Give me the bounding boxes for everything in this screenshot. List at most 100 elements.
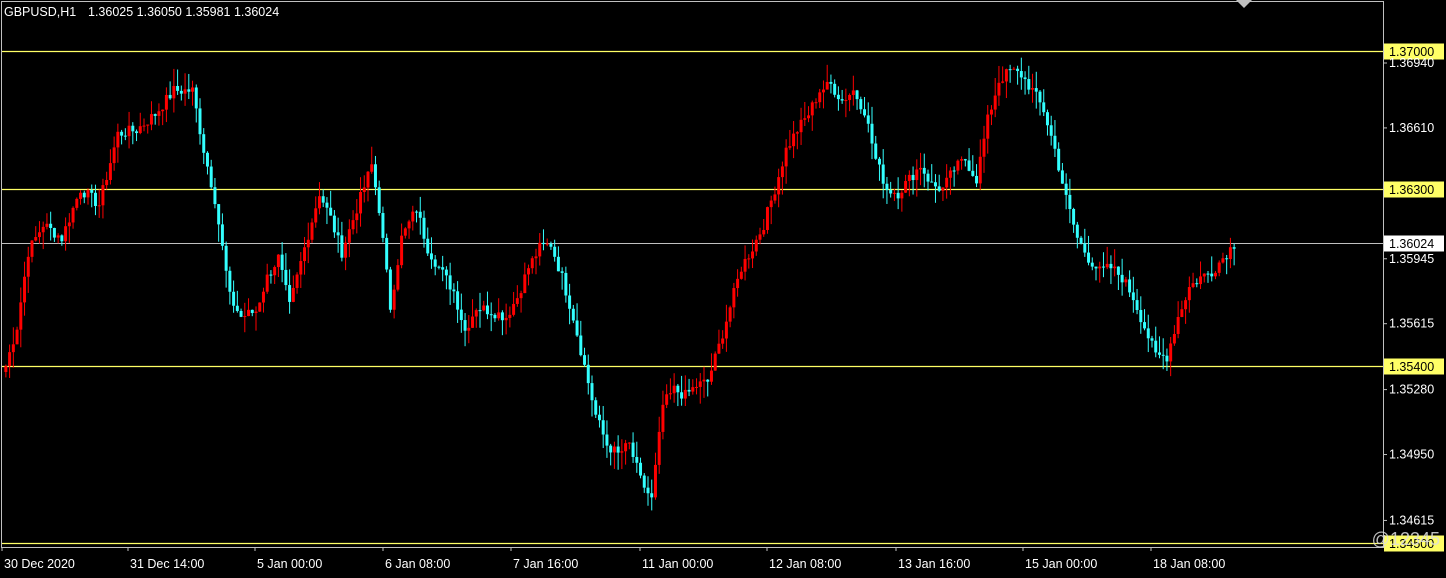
chart-canvas[interactable]: 1.370001.363001.354001.345001.36024 1.36… bbox=[0, 0, 1446, 578]
price-tick-label: 1.36610 bbox=[1389, 121, 1434, 135]
bull-candle bbox=[627, 442, 631, 444]
bear-candle bbox=[1087, 252, 1091, 263]
bull-candle bbox=[471, 316, 475, 328]
bull-candle bbox=[754, 239, 758, 252]
bull-candle bbox=[45, 223, 49, 227]
bear-candle bbox=[1083, 243, 1087, 253]
bear-candle bbox=[967, 160, 971, 171]
bull-candle bbox=[762, 229, 766, 235]
bull-candle bbox=[915, 169, 919, 181]
bull-candle bbox=[948, 170, 952, 178]
bear-candle bbox=[1206, 273, 1210, 275]
bear-candle bbox=[1232, 247, 1236, 249]
bear-candle bbox=[448, 275, 452, 290]
bull-candle bbox=[1191, 283, 1195, 288]
bear-candle bbox=[1023, 77, 1027, 80]
bear-candle bbox=[1094, 266, 1098, 269]
bear-candle bbox=[609, 445, 613, 453]
bear-candle bbox=[635, 456, 639, 463]
bull-candle bbox=[821, 89, 825, 93]
bull-candle bbox=[112, 147, 116, 164]
bear-candle bbox=[866, 115, 870, 124]
bull-candle bbox=[56, 235, 60, 238]
bear-candle bbox=[187, 89, 191, 92]
time-tick-label: 6 Jan 08:00 bbox=[385, 557, 450, 571]
bull-candle bbox=[736, 278, 740, 289]
bull-candle bbox=[474, 310, 478, 317]
bull-candle bbox=[702, 379, 706, 382]
bear-candle bbox=[594, 400, 598, 415]
bull-candle bbox=[164, 94, 168, 110]
bear-candle bbox=[597, 414, 601, 421]
bull-candle bbox=[777, 177, 781, 195]
bull-candle bbox=[370, 164, 374, 172]
bear-candle bbox=[1053, 135, 1057, 149]
bull-candle bbox=[717, 343, 721, 354]
bear-candle bbox=[388, 269, 392, 310]
bull-candle bbox=[818, 92, 822, 103]
bear-candle bbox=[209, 166, 213, 188]
bear-candle bbox=[1143, 322, 1147, 329]
bull-candle bbox=[355, 213, 359, 221]
bear-candle bbox=[1090, 262, 1094, 267]
bear-candle bbox=[456, 291, 460, 310]
bear-candle bbox=[1072, 208, 1076, 225]
bull-candle bbox=[41, 226, 45, 233]
bull-candle bbox=[732, 288, 736, 308]
bull-candle bbox=[792, 133, 796, 147]
bull-candle bbox=[101, 185, 105, 206]
bull-candle bbox=[1217, 262, 1221, 273]
bull-candle bbox=[691, 387, 695, 392]
bull-candle bbox=[1169, 343, 1173, 362]
price-chart[interactable]: 1.37000 1.36300 1.35400 1.34500 1.36024 1.36… bbox=[0, 0, 1446, 578]
bear-candle bbox=[329, 207, 333, 216]
time-tick-label: 30 Dec 2020 bbox=[4, 557, 75, 571]
bull-candle bbox=[351, 220, 355, 230]
bear-candle bbox=[586, 364, 590, 384]
bull-candle bbox=[396, 265, 400, 290]
bear-candle bbox=[1042, 102, 1046, 113]
bull-candle bbox=[247, 309, 251, 317]
bull-candle bbox=[1031, 88, 1035, 90]
bear-candle bbox=[590, 383, 594, 401]
bear-candle bbox=[1225, 258, 1229, 260]
bear-candle bbox=[1157, 352, 1161, 355]
bull-candle bbox=[997, 82, 1001, 96]
bull-candle bbox=[97, 205, 101, 207]
bear-candle bbox=[646, 487, 650, 494]
bull-candle bbox=[295, 274, 299, 288]
bull-candle bbox=[276, 254, 280, 268]
bull-candle bbox=[299, 261, 303, 275]
price-tick-label: 1.34615 bbox=[1389, 513, 1434, 527]
bear-candle bbox=[870, 123, 874, 144]
bull-candle bbox=[314, 208, 318, 223]
bull-candle bbox=[504, 317, 508, 321]
time-tick-label: 31 Dec 14:00 bbox=[130, 557, 204, 571]
bear-candle bbox=[933, 182, 937, 187]
bull-candle bbox=[8, 352, 12, 367]
bear-candle bbox=[863, 109, 867, 116]
bear-candle bbox=[1135, 300, 1139, 310]
bear-candle bbox=[82, 192, 86, 198]
bull-candle bbox=[303, 247, 307, 262]
bear-candle bbox=[1195, 283, 1199, 285]
bear-candle bbox=[493, 314, 497, 319]
bear-candle bbox=[433, 259, 437, 267]
bull-candle bbox=[683, 389, 687, 399]
bear-candle bbox=[422, 217, 426, 239]
bull-candle bbox=[1124, 279, 1128, 283]
bear-candle bbox=[131, 125, 135, 132]
bull-candle bbox=[1172, 333, 1176, 344]
bear-candle bbox=[706, 379, 710, 382]
bear-candle bbox=[280, 254, 284, 270]
bear-candle bbox=[135, 131, 139, 134]
bear-candle bbox=[541, 242, 545, 245]
watermark-text: @12345 bbox=[1371, 529, 1440, 549]
bear-candle bbox=[1139, 309, 1143, 323]
bull-candle bbox=[743, 258, 747, 272]
bear-candle bbox=[217, 204, 221, 225]
bear-candle bbox=[500, 312, 504, 321]
bull-candle bbox=[86, 190, 90, 198]
bull-candle bbox=[1001, 81, 1005, 83]
bull-candle bbox=[941, 187, 945, 191]
